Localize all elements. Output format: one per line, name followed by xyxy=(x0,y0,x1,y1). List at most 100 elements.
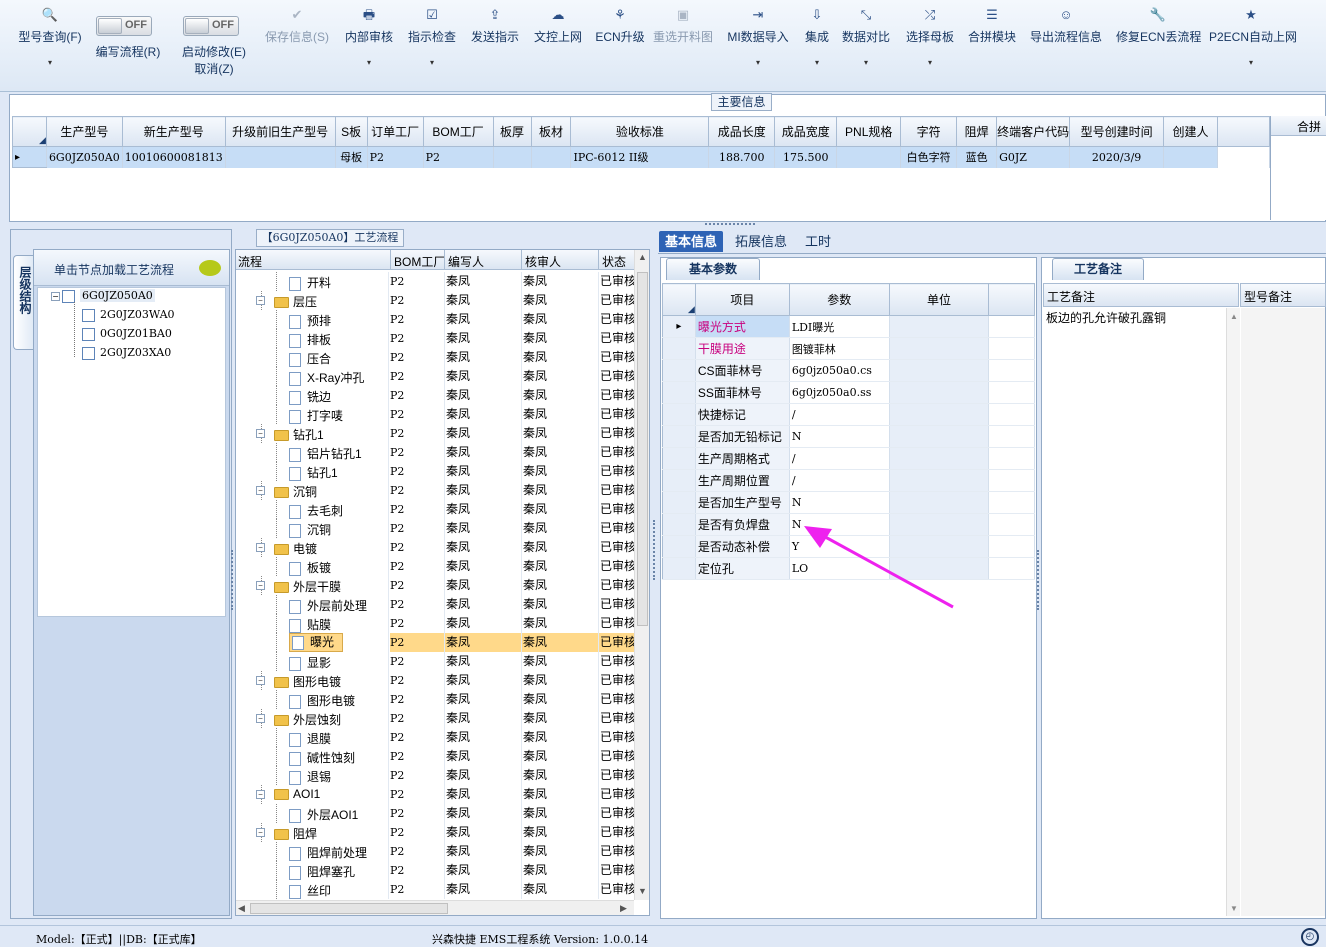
process-row[interactable]: − 阻焊 P2 秦凤 秦凤 已审核 xyxy=(236,823,634,842)
params-column-header[interactable]: 单位 xyxy=(888,283,990,316)
process-row[interactable]: 阻焊前处理 P2 秦凤 秦凤 已审核 xyxy=(236,842,634,861)
process-name-cell[interactable]: 阻焊塞孔 xyxy=(289,863,355,880)
process-name-cell[interactable]: 沉铜 xyxy=(289,521,331,538)
process-row[interactable]: − 钻孔1 P2 秦凤 秦凤 已审核 xyxy=(236,424,634,443)
process-name-cell[interactable]: 打字唛 xyxy=(289,407,343,424)
process-name-cell[interactable]: 电镀 xyxy=(274,540,317,557)
process-name-cell[interactable]: 图形电镀 xyxy=(289,692,355,709)
collapse-icon[interactable]: − xyxy=(256,429,265,438)
table-cell[interactable] xyxy=(225,146,336,168)
process-row[interactable]: − AOI1 P2 秦凤 秦凤 已审核 xyxy=(236,785,634,804)
param-value[interactable]: LDI曝光 xyxy=(789,315,890,338)
process-row[interactable]: 外层AOI1 P2 秦凤 秦凤 已审核 xyxy=(236,804,634,823)
process-row[interactable]: 钻孔1 P2 秦凤 秦凤 已审核 xyxy=(236,462,634,481)
process-name-cell[interactable]: 外层前处理 xyxy=(289,597,367,614)
column-header[interactable]: BOM工厂 xyxy=(422,116,494,147)
process-name-cell[interactable]: 去毛刺 xyxy=(289,502,343,519)
param-unit[interactable] xyxy=(889,491,990,514)
collapse-icon[interactable]: − xyxy=(256,486,265,495)
dropdown-arrow-icon[interactable]: ▾ xyxy=(406,58,458,67)
process-name-cell[interactable]: 铝片钻孔1 xyxy=(289,445,362,462)
tab-0[interactable]: 基本信息 xyxy=(659,231,724,252)
collapse-icon[interactable]: − xyxy=(256,676,265,685)
params-row[interactable]: 生产周期格式 / xyxy=(662,447,1035,470)
param-unit[interactable] xyxy=(889,403,990,426)
process-row[interactable]: 碱性蚀刻 P2 秦凤 秦凤 已审核 xyxy=(236,747,634,766)
tab-2[interactable]: 工时 xyxy=(799,231,837,252)
toolbar-item-9[interactable]: ▣ 重选开料图 xyxy=(652,6,714,45)
process-name-cell[interactable]: 曝光 xyxy=(289,633,344,652)
collapse-icon[interactable]: − xyxy=(256,581,265,590)
table-cell[interactable]: 2020/3/9 xyxy=(1069,146,1165,168)
process-name-cell[interactable]: 阻焊 xyxy=(274,825,317,842)
column-header[interactable]: 升级前旧生产型号 xyxy=(224,116,336,147)
column-header[interactable]: 成品宽度 xyxy=(774,116,838,147)
column-header[interactable]: 终端客户代码 xyxy=(996,116,1071,147)
table-cell[interactable]: 蓝色 xyxy=(956,146,998,168)
process-name-cell[interactable]: 外层干膜 xyxy=(274,578,341,595)
dropdown-arrow-icon[interactable]: ▾ xyxy=(343,58,395,67)
dropdown-arrow-icon[interactable]: ▾ xyxy=(14,58,86,67)
process-column-header[interactable]: 流程 xyxy=(238,253,392,270)
process-row[interactable]: 阻焊塞孔 P2 秦凤 秦凤 已审核 xyxy=(236,861,634,880)
process-name-cell[interactable]: 阻焊前处理 xyxy=(289,844,367,861)
params-row[interactable]: 是否加生产型号 N xyxy=(662,491,1035,514)
column-header[interactable]: 验收标准 xyxy=(570,116,710,147)
process-row[interactable]: 打字唛 P2 秦凤 秦凤 已审核 xyxy=(236,405,634,424)
table-cell[interactable]: 10010600081813 xyxy=(122,146,226,168)
params-row[interactable]: 干膜用途 图镀菲林 xyxy=(662,337,1035,360)
tree-node-child[interactable]: 0G0JZ01BA0 xyxy=(82,327,172,341)
table-cell[interactable] xyxy=(836,146,902,168)
column-header[interactable]: 成品长度 xyxy=(708,116,776,147)
params-row[interactable]: ▸ 曝光方式 LDI曝光 xyxy=(662,315,1035,338)
param-unit[interactable] xyxy=(889,359,990,382)
toolbar-item-14[interactable]: ☰ 合拼模块 xyxy=(966,6,1018,45)
horizontal-scrollbar[interactable]: ◀ ▶ xyxy=(236,900,634,915)
process-row[interactable]: 铣边 P2 秦凤 秦凤 已审核 xyxy=(236,386,634,405)
dropdown-arrow-icon[interactable]: ▾ xyxy=(801,58,833,67)
table-cell[interactable]: IPC-6012 II级 xyxy=(570,146,710,168)
table-cell[interactable]: 175.500 xyxy=(774,146,838,168)
process-name-cell[interactable]: X-Ray冲孔 xyxy=(289,369,364,386)
param-value[interactable]: N xyxy=(789,425,890,448)
collapse-icon[interactable]: − xyxy=(256,543,265,552)
process-row[interactable]: 退锡 P2 秦凤 秦凤 已审核 xyxy=(236,766,634,785)
process-row[interactable]: X-Ray冲孔 P2 秦凤 秦凤 已审核 xyxy=(236,367,634,386)
params-row[interactable]: 是否加无铅标记 N xyxy=(662,425,1035,448)
process-row[interactable]: 板镀 P2 秦凤 秦凤 已审核 xyxy=(236,557,634,576)
collapse-icon[interactable]: − xyxy=(256,714,265,723)
param-value[interactable]: 图镀菲林 xyxy=(789,337,890,360)
table-cell[interactable]: P2 xyxy=(367,146,424,168)
process-row[interactable]: − 外层干膜 P2 秦凤 秦凤 已审核 xyxy=(236,576,634,595)
param-value[interactable]: / xyxy=(789,403,890,426)
middle-splitter[interactable] xyxy=(653,520,656,580)
process-name-cell[interactable]: 铣边 xyxy=(289,388,331,405)
collapse-icon[interactable]: − xyxy=(256,296,265,305)
param-unit[interactable] xyxy=(889,315,990,338)
left-splitter[interactable] xyxy=(231,550,234,610)
process-row[interactable]: 铝片钻孔1 P2 秦凤 秦凤 已审核 xyxy=(236,443,634,462)
notes-tab[interactable]: 工艺备注 xyxy=(1052,258,1144,280)
process-name-cell[interactable]: 丝印 xyxy=(289,882,331,899)
toolbar-item-17[interactable]: ★ P2ECN自动上网 ▾ xyxy=(1209,6,1297,67)
toolbar-item-16[interactable]: 🔧 修复ECN丢流程 xyxy=(1116,6,1201,45)
process-name-cell[interactable]: 显影 xyxy=(289,654,331,671)
params-row[interactable]: SS面菲林号 6g0jz050a0.ss xyxy=(662,381,1035,404)
process-row[interactable]: − 外层蚀刻 P2 秦凤 秦凤 已审核 xyxy=(236,709,634,728)
toolbar-item-13[interactable]: ⤮ 选择母板 ▾ xyxy=(904,6,956,67)
model-note-textarea[interactable] xyxy=(1241,308,1325,916)
toolbar-item-4[interactable]: 🖶 内部审核 ▾ xyxy=(343,6,395,67)
collapse-icon[interactable]: − xyxy=(256,790,265,799)
param-value[interactable]: 6g0jz050a0.ss xyxy=(789,381,890,404)
hierarchy-side-tab[interactable]: 层级结构 xyxy=(13,255,35,350)
right-splitter[interactable] xyxy=(1037,550,1040,610)
column-header[interactable]: 字符 xyxy=(900,116,958,147)
tree-node-child[interactable]: 2G0JZ03WA0 xyxy=(82,308,175,322)
scroll-thumb[interactable] xyxy=(637,272,648,626)
dropdown-arrow-icon[interactable]: ▾ xyxy=(726,58,790,67)
process-name-cell[interactable]: 钻孔1 xyxy=(274,426,324,443)
param-value[interactable]: N xyxy=(789,491,890,514)
process-row[interactable]: − 图形电镀 P2 秦凤 秦凤 已审核 xyxy=(236,671,634,690)
param-value[interactable]: 6g0jz050a0.cs xyxy=(789,359,890,382)
tree-node-child[interactable]: 2G0JZ03XA0 xyxy=(82,346,171,360)
